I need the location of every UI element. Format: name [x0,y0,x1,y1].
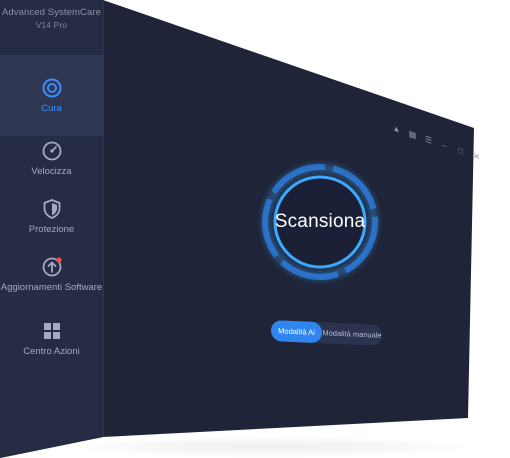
sidebar-item-label: Protezione [28,224,75,235]
sidebar-item-protezione[interactable]: Protezione [0,198,103,235]
app-stage: Advanced SystemCare V14 Pro Cura Velociz… [0,0,510,458]
sidebar-item-centro-azioni[interactable]: Centro Azioni [0,320,103,357]
bell-icon[interactable]: ▲ [392,123,401,135]
mode-ai-option[interactable]: Modalità Ai [271,320,322,344]
speedometer-icon [42,141,61,161]
menu-icon[interactable]: ☰ [424,134,433,146]
sidebar-item-label: Velocizza [31,166,72,177]
update-icon [42,257,62,277]
maximize-icon[interactable]: □ [456,145,465,157]
gift-icon[interactable]: ▦ [408,129,417,141]
sidebar-item-label: Aggiornamenti Software [0,282,103,293]
sidebar-divider [103,0,104,437]
brand: Advanced SystemCare V14 Pro [0,6,103,32]
care-icon [42,78,61,98]
minimize-icon[interactable]: – [440,140,449,152]
close-icon[interactable]: ✕ [472,151,481,163]
sidebar-item-label: Cura [41,103,62,114]
notification-dot-icon [55,257,62,263]
scan-button[interactable]: Scansiona [255,157,385,287]
sidebar-item-cura[interactable]: Cura [0,55,103,136]
shield-icon [43,199,60,219]
sidebar-item-label: Centro Azioni [23,346,80,357]
sidebar-item-aggiornamenti-software[interactable]: Aggiornamenti Software [0,256,103,293]
scan-button-label: Scansiona [274,211,366,232]
grid-icon [43,323,60,339]
sidebar-item-velocizza[interactable]: Velocizza [0,140,103,177]
mode-manual-option[interactable]: Modalità manuale [322,322,382,346]
brand-name: Advanced SystemCare [1,7,102,18]
brand-version: V14 Pro [35,20,68,30]
window-shadow [60,436,480,458]
sidebar: Advanced SystemCare V14 Pro Cura Velociz… [0,0,103,458]
